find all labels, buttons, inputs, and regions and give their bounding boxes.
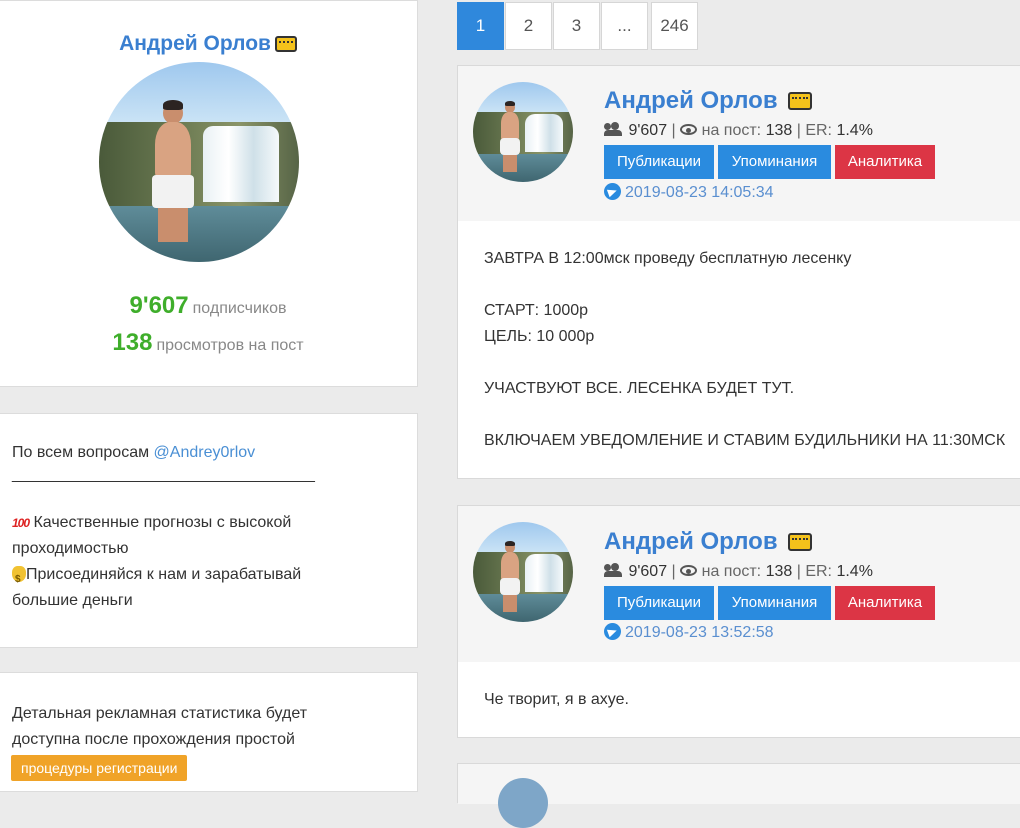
post-subscribers: 9'607 <box>628 563 668 580</box>
post-author-text[interactable]: Андрей Орлов <box>604 87 778 114</box>
about-line-2b: большие деньги <box>12 592 133 609</box>
ads-text: Детальная рекламная статистика будет дос… <box>12 701 307 753</box>
crown-icon <box>788 92 813 110</box>
contact-handle-link[interactable]: @Andrey0rlov <box>154 444 256 461</box>
post-header: Андрей Орлов 9'607 | на пост: 138 | ER: … <box>458 506 1020 662</box>
about-text: По всем вопросам @Andrey0rlov __________… <box>12 440 412 614</box>
per-post-value: 138 <box>765 563 793 580</box>
about-line-2: Присоединяйся к нам и зарабатывай <box>12 562 412 593</box>
post-author-name[interactable]: Андрей Орлов <box>604 528 813 556</box>
post-author-text[interactable]: Андрей Орлов <box>604 528 778 555</box>
post-line: ЦЕЛЬ: 10 000р <box>484 328 595 345</box>
about-line-1b: проходимостью <box>12 540 129 557</box>
per-post-label: на пост: <box>701 563 762 580</box>
er-value: 1.4% <box>836 563 873 580</box>
about-line-2-text: Присоединяйся к нам и зарабатывай <box>26 566 302 583</box>
publications-button[interactable]: Публикации <box>604 145 714 179</box>
post-card <box>457 763 1020 828</box>
views-label: просмотров на пост <box>156 337 304 354</box>
money-bag-icon <box>12 566 26 593</box>
per-post-label: на пост: <box>701 122 762 139</box>
er-label: ER: <box>805 122 832 139</box>
post-line: СТАРТ: 1000р <box>484 302 589 319</box>
eye-icon <box>680 565 698 576</box>
hundred-emoji-icon: 100 <box>12 516 30 530</box>
telegram-icon <box>604 623 621 640</box>
er-label: ER: <box>805 563 832 580</box>
ads-line-2: доступна после прохождения простой <box>12 731 295 748</box>
mentions-button[interactable]: Упоминания <box>718 145 831 179</box>
post-avatar[interactable] <box>473 522 573 622</box>
post-header: Андрей Орлов 9'607 | на пост: 138 | ER: … <box>458 66 1020 221</box>
post-line: ЗАВТРА В 12:00мск проведу бесплатную лес… <box>484 250 852 267</box>
profile-avatar <box>99 62 299 262</box>
views-stat: 138 просмотров на пост <box>0 329 417 357</box>
contact-line: По всем вопросам @Andrey0rlov <box>12 440 412 466</box>
post-author-name[interactable]: Андрей Орлов <box>604 87 813 115</box>
profile-card: Андрей Орлов 9'607 подписчиков 138 просмот… <box>0 0 418 387</box>
analytics-button[interactable]: Аналитика <box>835 586 935 620</box>
mentions-button[interactable]: Упоминания <box>718 586 831 620</box>
ads-line-1: Детальная рекламная статистика будет <box>12 705 308 722</box>
views-count: 138 <box>112 329 153 356</box>
about-card: По всем вопросам @Andrey0rlov __________… <box>0 413 418 648</box>
post-date-link[interactable]: 2019-08-23 14:05:34 <box>604 183 774 202</box>
post-stats: 9'607 | на пост: 138 | ER: 1.4% <box>604 563 873 581</box>
post-line: Че творит, я в ахуе. <box>484 691 629 708</box>
crown-icon <box>274 36 297 52</box>
page-3[interactable]: 3 <box>553 2 600 50</box>
per-post-value: 138 <box>765 122 793 139</box>
divider-line: ____________________________________ <box>12 466 315 483</box>
page-1[interactable]: 1 <box>457 2 504 50</box>
post-body: ЗАВТРА В 12:00мск проведу бесплатную лес… <box>484 246 1005 454</box>
post-subscribers: 9'607 <box>628 122 668 139</box>
subscribers-label: подписчиков <box>192 300 287 317</box>
post-avatar[interactable] <box>498 778 548 828</box>
ads-card: Детальная рекламная статистика будет дос… <box>0 672 418 792</box>
users-icon <box>604 563 624 577</box>
post-date-text[interactable]: 2019-08-23 13:52:58 <box>625 624 774 641</box>
post-avatar[interactable] <box>473 82 573 182</box>
page-ellipsis: ... <box>601 2 648 50</box>
contact-prefix: По всем вопросам <box>12 444 150 461</box>
post-card: Андрей Орлов 9'607 | на пост: 138 | ER: … <box>457 65 1020 479</box>
analytics-button[interactable]: Аналитика <box>835 145 935 179</box>
post-body: Че творит, я в ахуе. <box>484 687 629 713</box>
post-date-text[interactable]: 2019-08-23 14:05:34 <box>625 184 774 201</box>
page-last[interactable]: 246 <box>651 2 698 50</box>
telegram-icon <box>604 183 621 200</box>
post-line: ВКЛЮЧАЕМ УВЕДОМЛЕНИЕ И СТАВИМ БУДИЛЬНИКИ… <box>484 432 1006 449</box>
about-line-1-text: Качественные прогнозы с высокой <box>33 514 292 531</box>
profile-name-text[interactable]: Андрей Орлов <box>119 32 271 55</box>
post-stats: 9'607 | на пост: 138 | ER: 1.4% <box>604 122 873 140</box>
post-date-link[interactable]: 2019-08-23 13:52:58 <box>604 623 774 642</box>
subscribers-stat: 9'607 подписчиков <box>0 292 417 320</box>
er-value: 1.4% <box>836 122 873 139</box>
post-line: УЧАСТВУЮТ ВСЕ. ЛЕСЕНКА БУДЕТ ТУТ. <box>484 380 795 397</box>
post-card: Андрей Орлов 9'607 | на пост: 138 | ER: … <box>457 505 1020 738</box>
users-icon <box>604 122 624 136</box>
eye-icon <box>680 124 698 135</box>
publications-button[interactable]: Публикации <box>604 586 714 620</box>
post-header <box>458 764 1020 828</box>
page-2[interactable]: 2 <box>505 2 552 50</box>
subscribers-count: 9'607 <box>129 292 189 319</box>
about-line-1: 100 Качественные прогнозы с высокой <box>12 510 412 536</box>
register-button[interactable]: процедуры регистрации <box>11 755 188 781</box>
profile-name[interactable]: Андрей Орлов <box>0 32 417 56</box>
crown-icon <box>788 533 813 551</box>
